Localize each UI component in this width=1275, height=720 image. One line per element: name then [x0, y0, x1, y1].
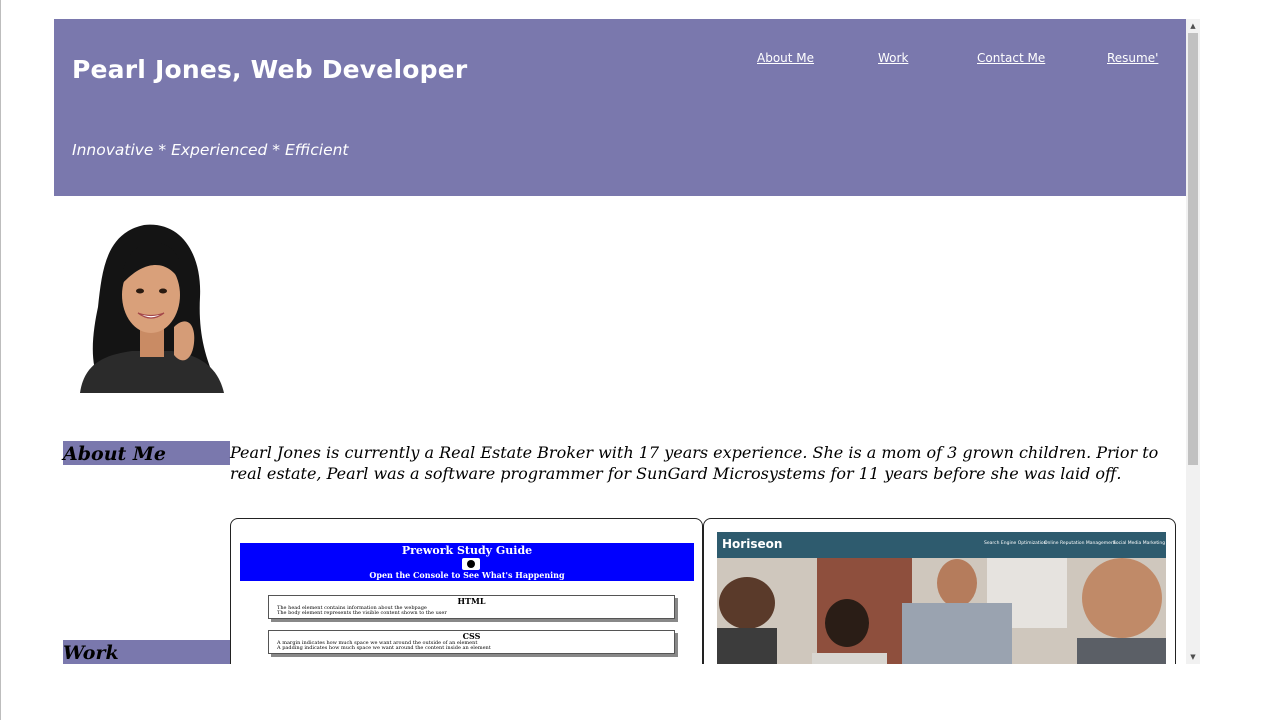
- horiseon-nav-seo: Search Engine Optimization: [984, 541, 1047, 546]
- scroll-up-arrow-icon[interactable]: ▲: [1186, 19, 1200, 33]
- site-title: Pearl Jones, Web Developer: [72, 55, 468, 84]
- nav-link-work[interactable]: Work: [878, 51, 908, 65]
- github-icon: [462, 558, 480, 570]
- horiseon-logo: Horiseon: [722, 537, 783, 551]
- work-card-prework-study-guide[interactable]: Prework Study Guide Open the Console to …: [230, 518, 703, 664]
- study-guide-banner: Prework Study Guide Open the Console to …: [240, 543, 694, 581]
- tagline: Innovative * Experienced * Efficient: [72, 141, 349, 159]
- scrollbar-thumb[interactable]: [1188, 33, 1198, 465]
- about-me-text: Pearl Jones is currently a Real Estate B…: [230, 443, 1159, 483]
- scroll-down-arrow-icon[interactable]: ▼: [1186, 650, 1200, 664]
- work-heading: Work: [63, 640, 230, 664]
- study-guide-title: Prework Study Guide: [401, 544, 533, 557]
- horiseon-nav-social: Social Media Marketing: [1113, 541, 1166, 546]
- vertical-scrollbar[interactable]: ▲ ▼: [1186, 19, 1200, 664]
- nav-link-about-me[interactable]: About Me: [757, 51, 814, 65]
- study-guide-subtitle: Open the Console to See What's Happening: [369, 570, 565, 580]
- site-header: Pearl Jones, Web Developer About Me Work…: [54, 19, 1186, 196]
- study-guide-section-css: CSS A margin indicates how much space we…: [268, 630, 675, 654]
- horiseon-hero-image: [717, 558, 1166, 664]
- nav-link-resume[interactable]: Resume': [1107, 51, 1158, 65]
- window-border: [0, 0, 1, 720]
- horiseon-nav-reputation: Online Reputation Management: [1044, 541, 1116, 546]
- profile-photo: [74, 215, 225, 393]
- page-viewport: Pearl Jones, Web Developer About Me Work…: [54, 19, 1200, 664]
- nav-link-contact-me[interactable]: Contact Me: [977, 51, 1045, 65]
- work-card-horiseon[interactable]: Horiseon Search Engine Optimization Onli…: [703, 518, 1176, 664]
- horiseon-header: Horiseon Search Engine Optimization Onli…: [717, 532, 1166, 558]
- study-guide-section-html: HTML The head element contains informati…: [268, 595, 675, 619]
- about-me-heading: About Me: [63, 441, 230, 465]
